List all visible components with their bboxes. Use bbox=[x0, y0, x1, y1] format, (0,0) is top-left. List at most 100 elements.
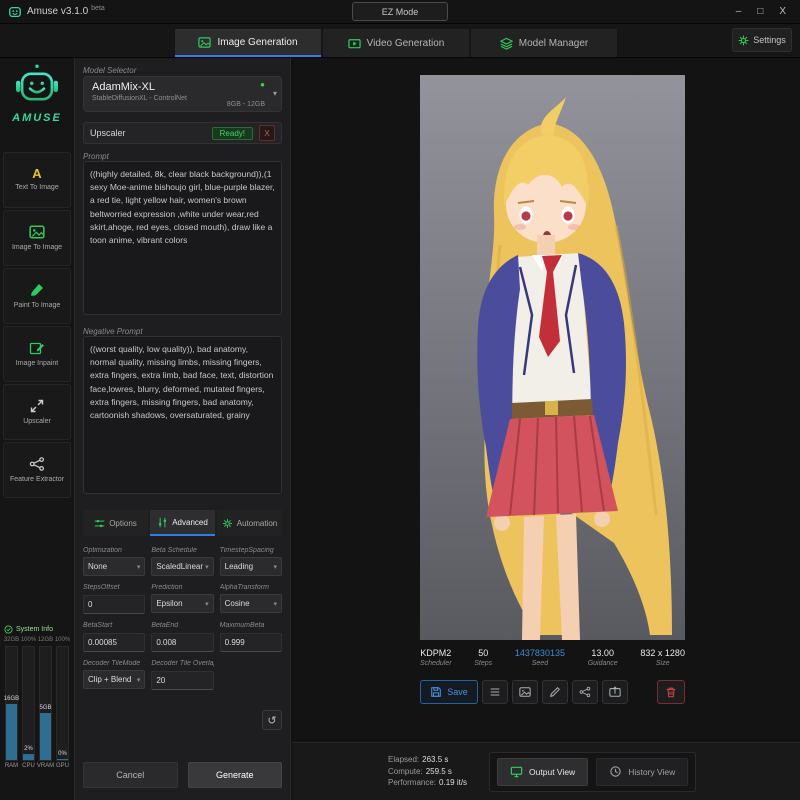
gpu-meter: 100% 0% GPU bbox=[54, 637, 71, 769]
meter-value: 2% bbox=[24, 746, 33, 753]
sidebar-item-image-inpaint[interactable]: Image Inpaint bbox=[3, 326, 71, 382]
performance-stat: Performance: 0.19 it/s bbox=[388, 778, 468, 788]
beta-schedule-select[interactable]: ScaledLinear ▾ bbox=[151, 557, 214, 576]
output-view-button[interactable]: Output View bbox=[497, 757, 589, 786]
output-area: KDPM2 Scheduler 50 Steps 1437830135 Seed… bbox=[292, 58, 800, 742]
ram-meter: 32GB 16GB RAM bbox=[3, 637, 20, 769]
history-view-button[interactable]: History View bbox=[596, 757, 689, 786]
details-button[interactable] bbox=[482, 680, 508, 704]
sidebar-item-paint-to-image[interactable]: Paint To Image bbox=[3, 268, 71, 324]
layers-icon bbox=[499, 37, 513, 50]
maximum-beta-input[interactable] bbox=[219, 633, 282, 652]
generation-panel: Model Selector AdamMix-XL StableDiffusio… bbox=[75, 58, 291, 800]
steps-offset-input[interactable] bbox=[83, 595, 146, 614]
sidebar-item-feature-extractor[interactable]: Feature Extractor bbox=[3, 442, 71, 498]
list-icon bbox=[490, 688, 500, 696]
seed-link[interactable]: 1437830135 bbox=[515, 648, 565, 658]
reset-settings-button[interactable]: ↺ bbox=[262, 710, 282, 730]
model-name: AdamMix-XL bbox=[92, 81, 155, 93]
minimize-button[interactable]: – bbox=[736, 6, 742, 17]
decoder-tile-mode-select[interactable]: Clip + Blend ▾ bbox=[83, 670, 146, 689]
tab-model-manager[interactable]: Model Manager bbox=[471, 29, 617, 57]
alpha-transform-select[interactable]: Cosine ▾ bbox=[219, 594, 282, 613]
gear-icon bbox=[738, 35, 749, 45]
prompt-label: Prompt bbox=[83, 152, 109, 161]
chevron-down-icon: ▾ bbox=[136, 676, 141, 684]
beta-end-input[interactable] bbox=[151, 633, 214, 652]
settings-tabs: Options Advanced Automation bbox=[83, 510, 282, 536]
image-icon bbox=[519, 687, 531, 697]
upscale-arrows-icon bbox=[30, 399, 44, 413]
settings-button[interactable]: Settings bbox=[732, 28, 792, 52]
inpaint-pencil-icon bbox=[29, 342, 44, 355]
window-controls: – □ X bbox=[736, 6, 792, 17]
tool-sidebar: AMUSE A Text To Image Image To Image Pai… bbox=[0, 58, 75, 800]
tab-image-generation[interactable]: Image Generation bbox=[175, 29, 321, 57]
save-floppy-icon bbox=[431, 687, 442, 697]
video-icon bbox=[347, 38, 361, 48]
tab-advanced[interactable]: Advanced bbox=[150, 510, 215, 536]
status-bar: Elapsed: 263.5 s Compute: 259.5 s Performa… bbox=[292, 742, 800, 800]
image-to-image-button[interactable] bbox=[512, 680, 538, 704]
chevron-down-icon: ▾ bbox=[205, 600, 209, 608]
workflow-button[interactable] bbox=[572, 680, 598, 704]
timestep-spacing-select[interactable]: Leading ▾ bbox=[219, 557, 282, 576]
meter-fill bbox=[23, 754, 34, 760]
generate-button[interactable]: Generate bbox=[187, 762, 282, 788]
check-circle-icon bbox=[4, 625, 13, 634]
sidebar-item-upscaler[interactable]: Upscaler bbox=[3, 384, 71, 440]
tab-options[interactable]: Options bbox=[83, 510, 148, 536]
cancel-button[interactable]: Cancel bbox=[83, 762, 178, 788]
app-logo-icon bbox=[9, 6, 21, 17]
top-navigation: Image Generation Video Generation Model … bbox=[0, 24, 800, 58]
brand-wordmark: AMUSE bbox=[12, 112, 62, 124]
sidebar-item-text-to-image[interactable]: A Text To Image bbox=[3, 152, 71, 208]
tab-automation[interactable]: Automation bbox=[217, 510, 282, 536]
system-info-title: System Info bbox=[16, 626, 53, 633]
ez-mode-button[interactable]: EZ Mode bbox=[352, 2, 448, 21]
prediction-select[interactable]: Epsilon ▾ bbox=[151, 594, 214, 613]
meter-fill bbox=[6, 703, 17, 760]
amuse-mascot-icon bbox=[16, 64, 58, 101]
upscaler-dropdown[interactable]: Upscaler bbox=[90, 128, 206, 138]
tab-label: Image Generation bbox=[217, 36, 298, 48]
close-button[interactable]: X bbox=[779, 6, 786, 17]
image-to-image-icon bbox=[29, 225, 45, 239]
text-to-image-icon: A bbox=[32, 166, 42, 182]
prompt-textarea[interactable]: ((highly detailed, 8k, clear black backg… bbox=[83, 161, 282, 315]
meter-fill bbox=[40, 712, 51, 760]
chevron-down-icon: ▾ bbox=[136, 563, 141, 571]
delete-button[interactable] bbox=[657, 680, 685, 704]
size-info: 832 x 1280 Size bbox=[640, 648, 685, 667]
chevron-down-icon: ▾ bbox=[272, 89, 277, 98]
settings-label: Settings bbox=[753, 35, 786, 45]
optimization-select[interactable]: None ▾ bbox=[83, 557, 146, 576]
elapsed-stat: Elapsed: 263.5 s bbox=[388, 755, 449, 765]
export-image-button[interactable] bbox=[602, 680, 628, 704]
maximize-button[interactable]: □ bbox=[757, 6, 763, 17]
amuse-logo: AMUSE bbox=[0, 58, 74, 148]
automation-gear-icon bbox=[222, 518, 232, 528]
image-actions: Save bbox=[420, 680, 685, 704]
decoder-tile-overlap-input[interactable] bbox=[151, 671, 214, 690]
sidebar-item-image-to-image[interactable]: Image To Image bbox=[3, 210, 71, 266]
edit-image-button[interactable] bbox=[542, 680, 568, 704]
generated-image[interactable] bbox=[420, 75, 685, 640]
model-selector-label: Model Selector bbox=[83, 66, 137, 75]
advanced-fields: Optimization None ▾ Beta Schedule Scaled… bbox=[83, 547, 282, 690]
negative-prompt-textarea[interactable]: ((worst quality, low quality)), bad anat… bbox=[83, 336, 282, 494]
tab-video-generation[interactable]: Video Generation bbox=[323, 29, 469, 57]
feature-nodes-icon bbox=[29, 457, 45, 471]
beta-start-input[interactable] bbox=[83, 633, 146, 652]
sliders-icon bbox=[94, 519, 105, 527]
view-switcher: Output View History View bbox=[489, 751, 697, 792]
image-export-icon bbox=[609, 686, 621, 697]
model-selector-dropdown[interactable]: AdamMix-XL StableDiffusionXL - ControlNe… bbox=[83, 76, 282, 112]
save-button[interactable]: Save bbox=[420, 680, 478, 704]
tab-label: Model Manager bbox=[518, 37, 589, 49]
vram-meter: 12GB 5GB VRAM bbox=[36, 637, 55, 769]
cpu-meter: 100% 2% CPU bbox=[20, 637, 37, 769]
chevron-down-icon: ▾ bbox=[273, 600, 277, 608]
upscaler-clear-button[interactable]: X bbox=[259, 125, 275, 141]
history-clock-icon bbox=[610, 766, 621, 777]
